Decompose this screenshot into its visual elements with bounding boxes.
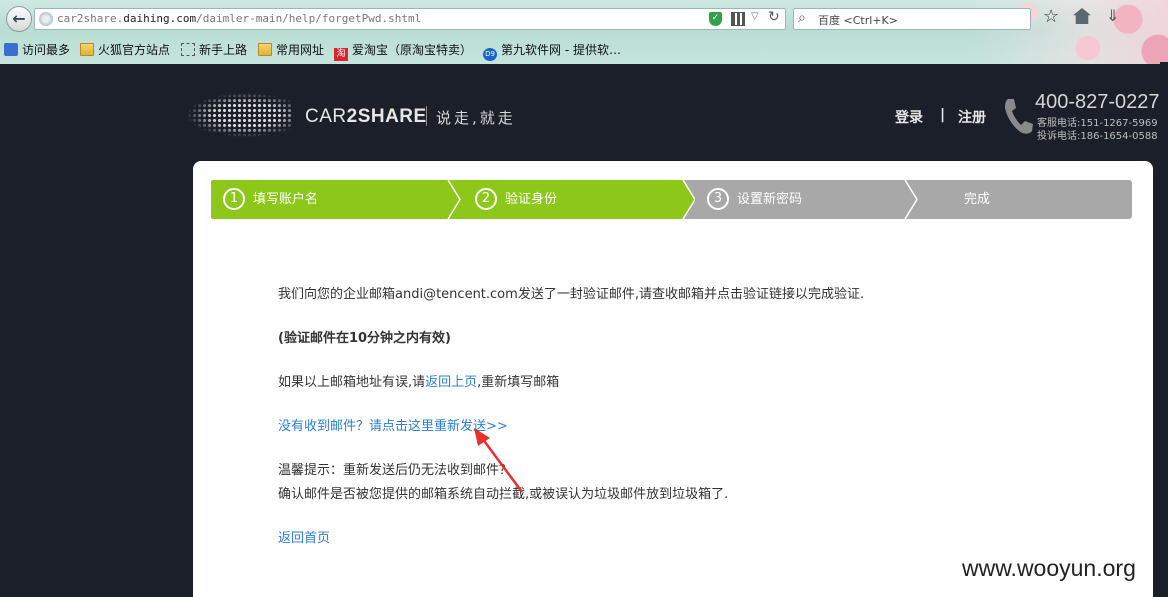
bookmark-most-visited[interactable]: 访问最多 (4, 41, 70, 59)
page-icon (181, 43, 195, 56)
step-start-cap (211, 180, 215, 219)
step-chevron (903, 180, 923, 219)
step-chevron (675, 180, 695, 219)
wrong-email-message: 如果以上邮箱地址有误,请返回上页,重新填写邮箱 (278, 375, 560, 390)
address-bar[interactable]: car2share.daihing.com/daimler-main/help/… (34, 8, 786, 30)
brand-divider (426, 106, 427, 126)
search-placeholder: 百度 <Ctrl+K> (818, 14, 898, 27)
download-arrow-icon[interactable]: ⇓ (1106, 6, 1119, 25)
bookmark-star-icon[interactable]: ☆ (1043, 6, 1059, 27)
header-separator: | (940, 107, 946, 123)
taobao-icon: 淘 (334, 48, 348, 61)
bookmark-common-sites[interactable]: 常用网址 (258, 41, 324, 59)
search-icon: ⌕ (798, 10, 806, 26)
back-previous-link[interactable]: 返回上页 (425, 375, 477, 390)
brand-name[interactable]: CAR2SHARE (305, 106, 427, 128)
watermark: www.wooyun.org (962, 555, 1136, 581)
bookmark-getting-started[interactable]: 新手上路 (181, 41, 247, 59)
register-link[interactable]: 注册 (958, 107, 986, 127)
qr-code-icon[interactable] (731, 12, 745, 26)
d9-icon: D9 (483, 48, 497, 61)
sent-message: 我们向您的企业邮箱andi@tencent.com发送了一封验证邮件,请查收邮箱… (278, 287, 865, 302)
bookmark-d9soft[interactable]: D9 第九软件网 - 提供软… (483, 41, 621, 61)
step-1: 1 填写账户名 (213, 180, 453, 219)
login-link[interactable]: 登录 (895, 107, 923, 127)
step-2: 2 验证身份 (453, 180, 685, 219)
star-icon (4, 43, 18, 56)
search-bar[interactable]: ⌕ 百度 <Ctrl+K> (793, 8, 1031, 30)
complaint-phone: 投诉电话:186-1654-0588 (1037, 131, 1158, 142)
home-link[interactable]: 返回首页 (278, 531, 330, 546)
bookmark-ai-taobao[interactable]: 淘爱淘宝（原淘宝特卖） (334, 41, 472, 61)
target-email: andi@tencent.com (395, 287, 518, 302)
url-text[interactable]: car2share.daihing.com/daimler-main/help/… (57, 12, 421, 25)
annotation-arrow-icon (474, 428, 524, 493)
page-edge-strip (1160, 62, 1168, 597)
bookmarks-toolbar: 访问最多 火狐官方站点 新手上路 常用网址 淘爱淘宝（原淘宝特卖） D9 第九软件… (0, 39, 1168, 61)
security-shield-icon[interactable]: ✓ (709, 12, 722, 26)
step-4: 完成 (915, 180, 1132, 219)
hotline-number: 400-827-0227 (1035, 91, 1160, 113)
phone-icon (1005, 99, 1033, 134)
validity-note: (验证邮件在10分钟之内有效) (278, 331, 451, 346)
step-3: 3 设置新密码 (685, 180, 915, 219)
globe-icon (39, 12, 53, 26)
folder-icon (80, 43, 94, 56)
dropdown-arrow-icon[interactable]: ▽ (751, 11, 759, 22)
bookmark-firefox-site[interactable]: 火狐官方站点 (80, 41, 170, 59)
folder-icon (258, 43, 272, 56)
back-button[interactable]: ← (6, 6, 32, 32)
brand-slogan: 说走,就走 (436, 109, 516, 127)
car2share-logo-icon[interactable] (172, 88, 292, 142)
home-link-line: 返回首页 (278, 527, 330, 546)
step-chevron (443, 180, 463, 219)
reload-icon[interactable]: ↻ (768, 9, 780, 25)
progress-steps: 1 填写账户名 2 验证身份 3 设置新密码 完成 (211, 180, 1132, 219)
